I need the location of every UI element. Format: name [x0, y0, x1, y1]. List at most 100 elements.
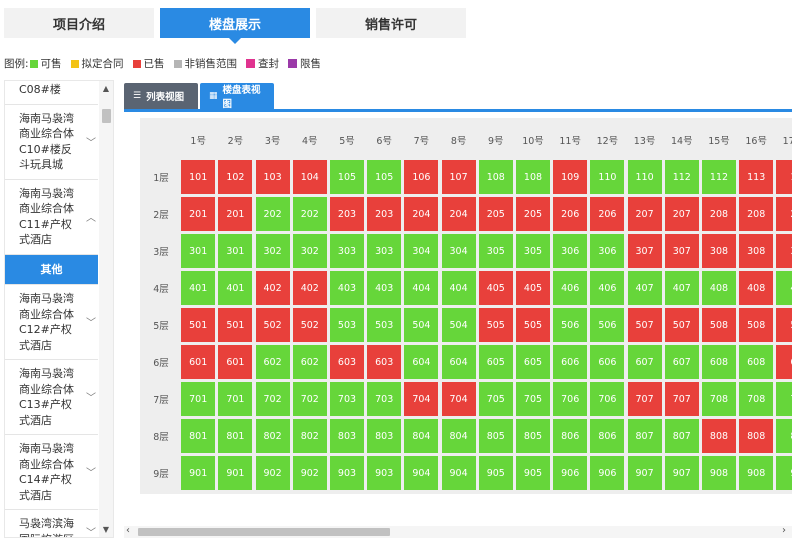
unit-cell-sold[interactable]: 508: [739, 308, 774, 342]
chevron-down-icon[interactable]: ﹀: [86, 136, 96, 152]
chevron-up-icon[interactable]: ︿: [86, 211, 96, 227]
unit-cell-available[interactable]: 806: [590, 419, 625, 453]
sidebar-item[interactable]: 海南马袅湾 商业综合体 C12#产权 式酒店 ﹀: [5, 285, 98, 360]
unit-cell-sold[interactable]: 107: [441, 160, 476, 194]
unit-cell-available[interactable]: 802: [292, 419, 327, 453]
unit-cell-sold[interactable]: 408: [739, 271, 774, 305]
unit-cell-sold[interactable]: 1: [776, 160, 792, 194]
unit-cell-available[interactable]: 605: [478, 345, 513, 379]
unit-cell-available[interactable]: 608: [702, 345, 736, 379]
unit-cell-available[interactable]: 705: [478, 382, 513, 416]
unit-cell-available[interactable]: 803: [330, 419, 364, 453]
unit-cell-sold[interactable]: 402: [292, 271, 327, 305]
unit-cell-available[interactable]: 703: [367, 382, 402, 416]
unit-cell-sold[interactable]: 101: [181, 160, 216, 194]
unit-cell-available[interactable]: 804: [404, 419, 439, 453]
scroll-right-icon[interactable]: ›: [782, 525, 786, 536]
unit-cell-available[interactable]: 404: [441, 271, 476, 305]
unit-cell-available[interactable]: 607: [627, 345, 662, 379]
unit-cell-available[interactable]: 503: [367, 308, 402, 342]
unit-cell-available[interactable]: 906: [590, 456, 625, 490]
sidebar-item[interactable]: 海南马袅湾 商业综合体 C14#产权 式酒店 ﹀: [5, 435, 98, 510]
unit-cell-available[interactable]: 901: [181, 456, 216, 490]
chevron-down-icon[interactable]: ﹀: [86, 466, 96, 482]
unit-cell-available[interactable]: 304: [404, 234, 439, 268]
unit-cell-available[interactable]: 904: [404, 456, 439, 490]
unit-cell-available[interactable]: 608: [739, 345, 774, 379]
unit-cell-sold[interactable]: 201: [181, 197, 216, 231]
unit-cell-sold[interactable]: 103: [255, 160, 290, 194]
unit-cell-sold[interactable]: 402: [255, 271, 290, 305]
horizontal-scroll-thumb[interactable]: [138, 528, 390, 536]
unit-cell-sold[interactable]: 206: [553, 197, 588, 231]
unit-cell-available[interactable]: 604: [404, 345, 439, 379]
unit-cell-sold[interactable]: 102: [218, 160, 253, 194]
unit-cell-sold[interactable]: 405: [516, 271, 550, 305]
unit-cell-available[interactable]: 902: [292, 456, 327, 490]
unit-cell-available[interactable]: 407: [627, 271, 662, 305]
unit-cell-available[interactable]: 701: [218, 382, 253, 416]
unit-cell-available[interactable]: 401: [218, 271, 253, 305]
unit-cell-sold[interactable]: 204: [441, 197, 476, 231]
unit-cell-available[interactable]: 701: [181, 382, 216, 416]
sidebar-item[interactable]: C08#楼: [5, 81, 98, 105]
unit-cell-available[interactable]: 706: [590, 382, 625, 416]
unit-cell-available[interactable]: 304: [441, 234, 476, 268]
unit-cell-sold[interactable]: 707: [627, 382, 662, 416]
scroll-up-icon[interactable]: ▲: [99, 84, 113, 93]
unit-cell-available[interactable]: 905: [478, 456, 513, 490]
unit-cell-sold[interactable]: 601: [218, 345, 253, 379]
unit-cell-available[interactable]: 807: [627, 419, 662, 453]
unit-cell-available[interactable]: 306: [553, 234, 588, 268]
unit-cell-sold[interactable]: 2: [776, 197, 792, 231]
unit-cell-sold[interactable]: 808: [702, 419, 736, 453]
unit-cell-available[interactable]: 503: [330, 308, 364, 342]
unit-cell-sold[interactable]: 405: [478, 271, 513, 305]
unit-cell-sold[interactable]: 109: [553, 160, 588, 194]
unit-cell-available[interactable]: 406: [590, 271, 625, 305]
unit-cell-available[interactable]: 708: [739, 382, 774, 416]
sidebar-item[interactable]: 海南马袅湾 商业综合体 C11#产权 式酒店 ︿: [5, 180, 98, 255]
unit-cell-available[interactable]: 801: [181, 419, 216, 453]
tab-project-intro[interactable]: 项目介绍: [4, 8, 154, 38]
unit-cell-sold[interactable]: 204: [404, 197, 439, 231]
unit-cell-available[interactable]: 706: [553, 382, 588, 416]
unit-cell-sold[interactable]: 206: [590, 197, 625, 231]
unit-cell-sold[interactable]: 203: [367, 197, 402, 231]
unit-cell-available[interactable]: 506: [553, 308, 588, 342]
unit-cell-sold[interactable]: 502: [255, 308, 290, 342]
unit-cell-available[interactable]: 803: [367, 419, 402, 453]
unit-cell-available[interactable]: 902: [255, 456, 290, 490]
unit-cell-sold[interactable]: 308: [739, 234, 774, 268]
unit-cell-sold[interactable]: 502: [292, 308, 327, 342]
unit-cell-available[interactable]: 907: [627, 456, 662, 490]
sidebar-scrollbar[interactable]: ▲ ▼: [99, 81, 113, 537]
unit-cell-sold[interactable]: 808: [739, 419, 774, 453]
unit-cell-available[interactable]: 108: [478, 160, 513, 194]
unit-cell-available[interactable]: 607: [664, 345, 699, 379]
chevron-down-icon[interactable]: ﹀: [86, 526, 96, 538]
unit-cell-available[interactable]: 403: [330, 271, 364, 305]
unit-cell-sold[interactable]: 704: [441, 382, 476, 416]
chevron-down-icon[interactable]: ﹀: [86, 391, 96, 407]
unit-cell-available[interactable]: 401: [181, 271, 216, 305]
unit-cell-sold[interactable]: 201: [218, 197, 253, 231]
unit-cell-available[interactable]: 202: [292, 197, 327, 231]
unit-cell-available[interactable]: 905: [516, 456, 550, 490]
unit-cell-available[interactable]: 702: [255, 382, 290, 416]
unit-cell-sold[interactable]: 704: [404, 382, 439, 416]
unit-cell-available[interactable]: 703: [330, 382, 364, 416]
tab-property-display[interactable]: 楼盘展示: [160, 8, 310, 44]
unit-cell-sold[interactable]: 208: [739, 197, 774, 231]
sidebar-item[interactable]: 马袅湾滨海国际旅游区﹀: [5, 510, 98, 538]
unit-cell-available[interactable]: 804: [441, 419, 476, 453]
unit-cell-sold[interactable]: 208: [702, 197, 736, 231]
unit-cell-available[interactable]: 112: [664, 160, 699, 194]
unit-cell-sold[interactable]: 203: [330, 197, 364, 231]
sidebar-item[interactable]: 海南马袅湾 商业综合体 C13#产权 式酒店 ﹀: [5, 360, 98, 435]
unit-cell-available[interactable]: 705: [516, 382, 550, 416]
unit-cell-available[interactable]: 901: [218, 456, 253, 490]
scroll-down-icon[interactable]: ▼: [99, 525, 113, 534]
unit-cell-available[interactable]: 805: [478, 419, 513, 453]
unit-cell-available[interactable]: 708: [702, 382, 736, 416]
